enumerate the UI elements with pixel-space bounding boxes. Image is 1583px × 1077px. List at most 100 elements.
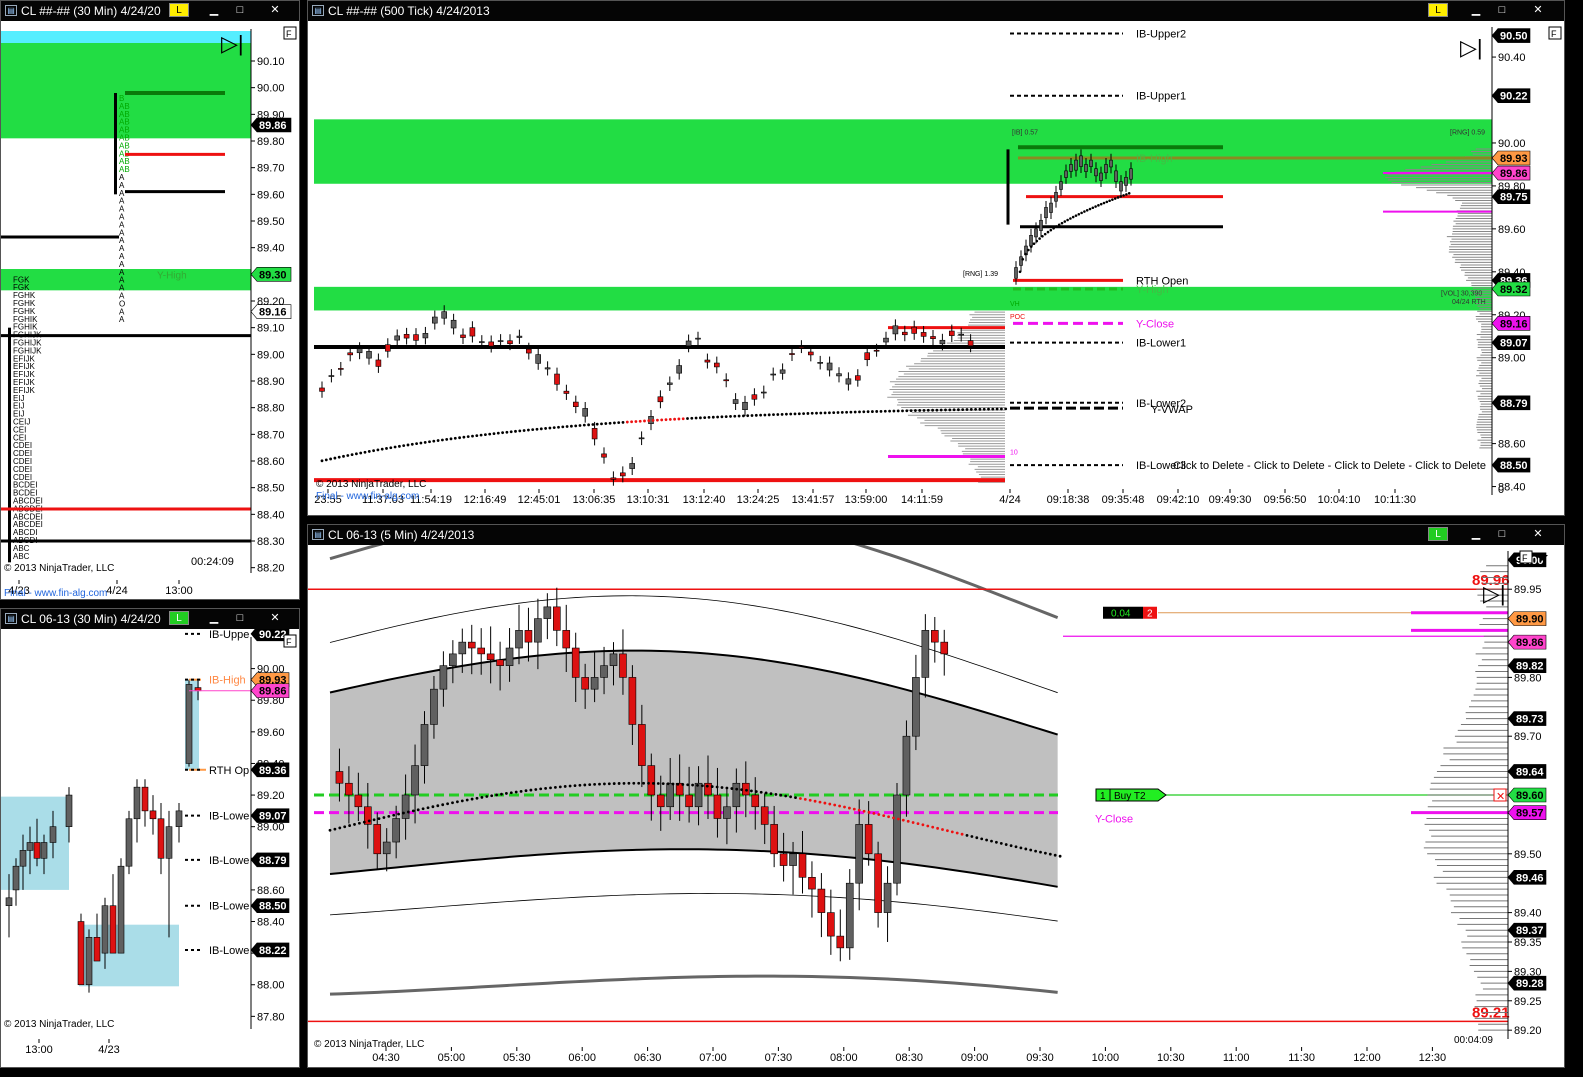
vwap-dot bbox=[965, 833, 969, 837]
outer-band-line bbox=[329, 545, 1059, 620]
titlebar-bottomright[interactable]: ▤ CL 06-13 (5 Min) 4/24/2013 L ▁ □ ✕ bbox=[308, 525, 1564, 545]
y-tick-label: 89.60 bbox=[1498, 224, 1526, 236]
vwap-dot bbox=[952, 408, 956, 412]
lock-button[interactable]: L bbox=[169, 611, 189, 625]
vwap-dot bbox=[436, 804, 440, 808]
vwap-dot bbox=[987, 407, 990, 411]
vwap-dot bbox=[382, 816, 386, 819]
candle-up bbox=[450, 319, 457, 329]
price-marker-label: 90.22 bbox=[1500, 91, 1528, 103]
close-button[interactable]: ✕ bbox=[1530, 3, 1546, 17]
chart-bottomright[interactable]: 89.9689.210.04 21 Buy T2Y-Close✕89.9589.80… bbox=[308, 545, 1564, 1067]
vwap-dot bbox=[957, 408, 960, 412]
candle-up bbox=[125, 818, 133, 867]
candle-down bbox=[770, 824, 778, 855]
vwap-dot bbox=[759, 790, 763, 794]
vwap-dot bbox=[324, 458, 328, 462]
candle-down bbox=[656, 794, 665, 808]
vwap-dot bbox=[673, 417, 676, 421]
x-tick-label: 09:35:48 bbox=[1102, 494, 1145, 506]
candle-down bbox=[554, 373, 560, 385]
candle-up bbox=[770, 373, 777, 376]
vwap-dot bbox=[462, 435, 466, 439]
minimize-button[interactable]: ▁ bbox=[206, 3, 222, 17]
candle-up bbox=[902, 735, 911, 796]
vwap-dot bbox=[776, 413, 780, 416]
vwap-dot bbox=[350, 453, 354, 457]
minimize-button[interactable]: ▁ bbox=[1468, 3, 1484, 17]
level-label: IB-Upper1 bbox=[1136, 91, 1186, 103]
window-topleft[interactable]: ▤ CL ##-## (30 Min) 4/24/20 L ▁ □ ✕ Y-Hi… bbox=[0, 0, 300, 600]
minimize-button[interactable]: ▁ bbox=[206, 611, 222, 625]
candle-up bbox=[544, 367, 551, 370]
vwap-dot bbox=[501, 431, 504, 435]
vwap-dot bbox=[367, 819, 371, 823]
y-tick-label: 88.30 bbox=[257, 536, 285, 548]
lock-button[interactable]: L bbox=[1428, 3, 1448, 17]
level-label: IB-Lowe bbox=[209, 945, 249, 957]
candle-down bbox=[601, 453, 607, 458]
titlebar-bottomleft[interactable]: ▤ CL 06-13 (30 Min) 4/24/20 L ▁ □ ✕ bbox=[1, 609, 299, 629]
vwap-dot bbox=[848, 806, 851, 810]
vwap-dot bbox=[479, 433, 483, 437]
close-button[interactable]: ✕ bbox=[267, 3, 283, 17]
vwap-dot bbox=[803, 797, 807, 801]
x-tick-label: 13:41:57 bbox=[792, 494, 835, 506]
vwap-dot bbox=[475, 434, 479, 437]
vwap-dot bbox=[428, 440, 431, 444]
vwap-dot bbox=[686, 783, 690, 787]
vwap-dot bbox=[407, 810, 410, 814]
close-button[interactable]: ✕ bbox=[267, 611, 283, 625]
window-bottomleft[interactable]: ▤ CL 06-13 (30 Min) 4/24/20 L ▁ □ ✕ IB-U… bbox=[0, 608, 300, 1068]
vwap-dot bbox=[922, 408, 926, 412]
brand-label: Final - www.fin-alg.com bbox=[316, 491, 419, 502]
vwap-dot bbox=[451, 801, 454, 805]
candle-up bbox=[432, 316, 438, 324]
maximize-button[interactable]: □ bbox=[1494, 527, 1510, 541]
lock-button[interactable]: L bbox=[169, 3, 189, 17]
candle-up bbox=[133, 786, 141, 820]
x-tick-label: 13:12:40 bbox=[683, 494, 726, 506]
chart-topleft[interactable]: Y-HighFGKFGKFGHKFGHKFGHKFGHIKFGHIKFGHIJK… bbox=[1, 21, 299, 599]
minimize-button[interactable]: ▁ bbox=[1468, 527, 1484, 541]
vwap-dot bbox=[1058, 854, 1062, 858]
vwap-dot bbox=[1043, 232, 1047, 236]
chart-topright[interactable]: IB-Upper2IB-Upper1IB-HighRTH OpenY-HighY… bbox=[308, 21, 1564, 515]
window-topright[interactable]: ▤ CL ##-## (500 Tick) 4/24/2013 L ▁ □ ✕ … bbox=[307, 0, 1565, 516]
price-marker-label: 90.50 bbox=[1500, 31, 1528, 43]
window-bottomright[interactable]: ▤ CL 06-13 (5 Min) 4/24/2013 L ▁ □ ✕ 89.… bbox=[307, 524, 1565, 1068]
small-label: [RNG] 0.59 bbox=[1450, 129, 1485, 136]
vwap-dot bbox=[911, 821, 915, 824]
vwap-dot bbox=[329, 457, 332, 461]
vwap-dot bbox=[1029, 245, 1033, 248]
y-tick-label: 89.35 bbox=[1514, 937, 1542, 949]
maximize-button[interactable]: □ bbox=[232, 611, 248, 625]
titlebar-topleft[interactable]: ▤ CL ##-## (30 Min) 4/24/20 L ▁ □ ✕ bbox=[1, 1, 299, 21]
candle-up bbox=[723, 806, 731, 819]
vwap-dot bbox=[699, 416, 702, 420]
vwap-dot bbox=[990, 839, 993, 843]
candle-up bbox=[1054, 192, 1058, 202]
vwap-dot bbox=[974, 407, 977, 411]
chart-app-icon: ▤ bbox=[5, 5, 17, 16]
vwap-dot bbox=[745, 788, 748, 792]
maximize-button[interactable]: □ bbox=[1494, 3, 1510, 17]
close-button[interactable]: ✕ bbox=[1530, 527, 1546, 541]
vwap-dot bbox=[561, 425, 565, 429]
vwap-dot bbox=[505, 792, 508, 795]
candle-down bbox=[798, 346, 805, 348]
lock-button[interactable]: L bbox=[1428, 527, 1448, 541]
candle-down bbox=[93, 937, 101, 962]
candle-down bbox=[375, 359, 382, 367]
chart-bottomleft[interactable]: IB-Uppe IB-High RTH Op IB-Lowe IB-Lowe IB-Low… bbox=[1, 629, 299, 1067]
maximize-button[interactable]: □ bbox=[232, 3, 248, 17]
vwap-dot bbox=[784, 794, 788, 798]
candle-up bbox=[685, 340, 692, 347]
vwap-dot bbox=[495, 793, 498, 797]
x-tick-label: 06:00 bbox=[568, 1052, 596, 1064]
vwap-dot bbox=[707, 416, 711, 419]
vwap-dot bbox=[883, 409, 887, 413]
candle-up bbox=[666, 382, 673, 385]
titlebar-topright[interactable]: ▤ CL ##-## (500 Tick) 4/24/2013 L ▁ □ ✕ bbox=[308, 1, 1564, 21]
price-marker-label: 89.07 bbox=[259, 811, 287, 823]
